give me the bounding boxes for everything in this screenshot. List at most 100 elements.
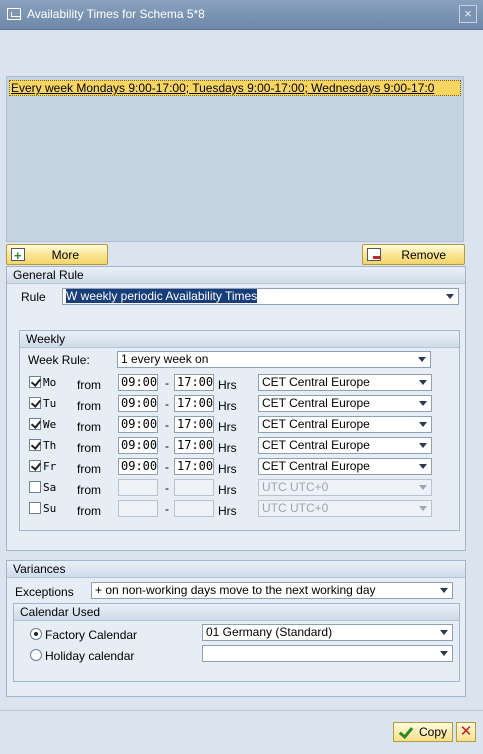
remove-button[interactable]: Remove <box>362 244 465 265</box>
exceptions-select[interactable]: + on non-working days move to the next w… <box>91 582 453 599</box>
day-checkbox-tu[interactable] <box>29 397 41 409</box>
more-button-label: More <box>51 248 79 262</box>
timezone-select-sa[interactable]: UTC UTC+0 <box>258 479 432 496</box>
calendar-used-group: Calendar Used Factory Calendar 01 German… <box>13 603 460 682</box>
copy-button[interactable]: Copy <box>393 722 453 742</box>
timezone-select-th[interactable]: CET Central Europe <box>258 437 432 454</box>
timezone-value: CET Central Europe <box>262 417 370 431</box>
day-label-su: Su <box>43 502 57 515</box>
from-time-mo[interactable]: 09:00 <box>118 374 158 391</box>
timezone-select-we[interactable]: CET Central Europe <box>258 416 432 433</box>
day-checkbox-fr[interactable] <box>29 460 41 472</box>
holiday-calendar-label: Holiday calendar <box>45 649 135 663</box>
holiday-calendar-radio[interactable] <box>30 649 42 661</box>
from-label: from <box>77 462 101 476</box>
to-time-fr[interactable]: 17:00 <box>174 458 214 475</box>
day-label-th: Th <box>43 439 57 452</box>
from-time-su[interactable] <box>118 500 158 517</box>
week-rule-select[interactable]: 1 every week on <box>117 351 431 368</box>
from-label: from <box>77 441 101 455</box>
time-range-dash: - <box>165 376 169 390</box>
to-time-th[interactable]: 17:00 <box>174 437 214 454</box>
from-label: from <box>77 378 101 392</box>
day-checkbox-we[interactable] <box>29 418 41 430</box>
factory-calendar-label: Factory Calendar <box>45 628 138 642</box>
variances-header: Variances <box>7 561 465 578</box>
to-time-value: 17:00 <box>177 417 214 431</box>
checkmark-icon <box>398 725 412 739</box>
hrs-label: Hrs <box>218 378 237 392</box>
time-range-dash: - <box>165 397 169 411</box>
timezone-select-tu[interactable]: CET Central Europe <box>258 395 432 412</box>
hrs-label: Hrs <box>218 441 237 455</box>
day-checkbox-th[interactable] <box>29 439 41 451</box>
copy-button-label: Copy <box>419 725 448 739</box>
rules-list-selected-item[interactable]: Every week Mondays 9:00-17:00; Tuesdays … <box>9 80 461 96</box>
to-time-tu[interactable]: 17:00 <box>174 395 214 412</box>
time-range-dash: - <box>165 460 169 474</box>
weekly-header: Weekly <box>20 331 459 348</box>
day-checkbox-mo[interactable] <box>29 376 41 388</box>
from-time-value: 09:00 <box>121 375 158 389</box>
exceptions-label: Exceptions <box>15 585 74 599</box>
rule-select-value: W weekly periodic Availability Times <box>66 289 258 303</box>
general-rule-header: General Rule <box>7 267 465 284</box>
timezone-value: UTC UTC+0 <box>262 480 329 494</box>
from-time-fr[interactable]: 09:00 <box>118 458 158 475</box>
day-label-mo: Mo <box>43 376 57 389</box>
cancel-button[interactable]: ✕ <box>456 722 476 742</box>
day-checkbox-su[interactable] <box>29 502 41 514</box>
to-time-value: 17:00 <box>177 375 214 389</box>
from-time-tu[interactable]: 09:00 <box>118 395 158 412</box>
timezone-select-mo[interactable]: CET Central Europe <box>258 374 432 391</box>
from-time-th[interactable]: 09:00 <box>118 437 158 454</box>
timezone-select-su[interactable]: UTC UTC+0 <box>258 500 432 517</box>
factory-calendar-value: 01 Germany (Standard) <box>206 625 333 639</box>
weekly-group: Weekly Week Rule: 1 every week on Mo from… <box>19 330 460 531</box>
factory-calendar-select[interactable]: 01 Germany (Standard) <box>202 624 453 641</box>
day-checkbox-sa[interactable] <box>29 481 41 493</box>
from-label: from <box>77 420 101 434</box>
timezone-value: UTC UTC+0 <box>262 501 329 515</box>
timezone-value: CET Central Europe <box>262 396 370 410</box>
holiday-calendar-select[interactable] <box>202 645 453 662</box>
to-time-value: 17:00 <box>177 438 214 452</box>
exceptions-value: + on non-working days move to the next w… <box>95 583 376 597</box>
to-time-su[interactable] <box>174 500 214 517</box>
remove-rule-icon <box>367 248 381 261</box>
to-time-mo[interactable]: 17:00 <box>174 374 214 391</box>
factory-calendar-radio[interactable] <box>30 628 42 640</box>
from-label: from <box>77 483 101 497</box>
timezone-select-fr[interactable]: CET Central Europe <box>258 458 432 475</box>
rule-select[interactable]: W weekly periodic Availability Times <box>62 288 459 305</box>
more-button[interactable]: More <box>6 244 108 265</box>
calendar-used-header: Calendar Used <box>14 604 459 621</box>
to-time-sa[interactable] <box>174 479 214 496</box>
hrs-label: Hrs <box>218 399 237 413</box>
variances-group: Variances Exceptions + on non-working da… <box>6 560 466 697</box>
remove-button-label: Remove <box>401 248 446 262</box>
edit-window-icon <box>7 8 21 20</box>
hrs-label: Hrs <box>218 420 237 434</box>
from-time-sa[interactable] <box>118 479 158 496</box>
rules-list[interactable]: Every week Mondays 9:00-17:00; Tuesdays … <box>6 76 464 242</box>
hrs-label: Hrs <box>218 483 237 497</box>
day-label-fr: Fr <box>43 460 57 473</box>
window-title: Availability Times for Schema 5*8 <box>27 7 205 21</box>
time-range-dash: - <box>165 439 169 453</box>
timezone-value: CET Central Europe <box>262 459 370 473</box>
from-label: from <box>77 399 101 413</box>
to-time-we[interactable]: 17:00 <box>174 416 214 433</box>
timezone-value: CET Central Europe <box>262 438 370 452</box>
from-time-we[interactable]: 09:00 <box>118 416 158 433</box>
day-label-tu: Tu <box>43 397 57 410</box>
hrs-label: Hrs <box>218 462 237 476</box>
week-rule-value: 1 every week on <box>121 352 209 366</box>
general-rule-group: General Rule Rule W weekly periodic Avai… <box>6 266 466 551</box>
close-window-button[interactable]: × <box>459 5 477 23</box>
from-time-value: 09:00 <box>121 459 158 473</box>
timezone-value: CET Central Europe <box>262 375 370 389</box>
time-range-dash: - <box>165 502 169 516</box>
rule-label: Rule <box>21 290 46 304</box>
to-time-value: 17:00 <box>177 459 214 473</box>
